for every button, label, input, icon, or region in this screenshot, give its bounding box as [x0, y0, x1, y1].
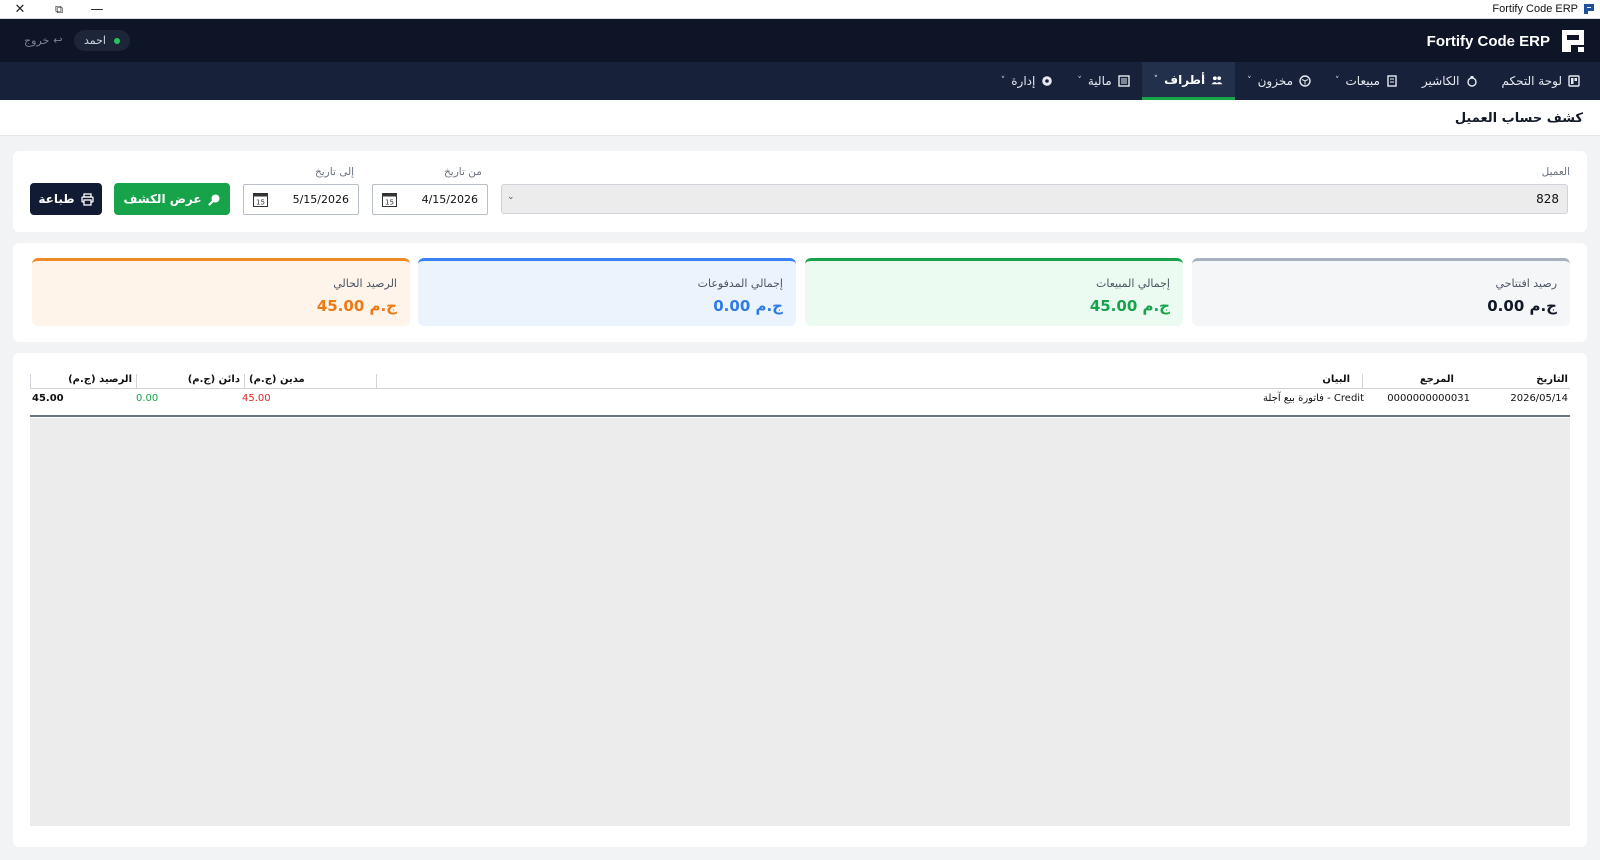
brand-name: Fortify Code ERP — [1426, 32, 1550, 50]
nav-item-cashier[interactable]: الكاشير — [1410, 62, 1490, 100]
nav-item-finance[interactable]: مالية ˅ — [1065, 62, 1141, 100]
finance-icon — [1117, 75, 1130, 87]
nav-item-label: لوحة التحكم — [1501, 74, 1563, 88]
logout-button[interactable]: خروج ↩ — [24, 34, 63, 47]
online-status-icon — [114, 37, 120, 44]
receipt-icon — [1386, 75, 1398, 87]
nav-item-label: مالية — [1087, 74, 1112, 88]
show-statement-button[interactable]: عرض الكشف — [114, 183, 230, 215]
customer-select[interactable]: 828 ⌄ — [501, 184, 1568, 214]
page-title: كشف حساب العميل — [1454, 111, 1583, 126]
calendar-icon[interactable]: 15 — [253, 192, 268, 207]
total-sales-value: 45.00 ج.م — [1089, 297, 1170, 315]
nav-item-sales[interactable]: مبيعات ˅ — [1323, 62, 1410, 100]
column-header-date[interactable]: التاريخ — [1532, 374, 1568, 389]
opening-balance-value: 0.00 ج.م — [1487, 297, 1557, 315]
calendar-icon[interactable]: 15 — [382, 192, 397, 207]
nav-item-label: مخزون — [1257, 74, 1293, 88]
column-header-reference[interactable]: المرجع — [1362, 374, 1466, 389]
nav-item-inventory[interactable]: مخزون ˅ — [1235, 62, 1323, 100]
column-header-description[interactable]: البيان — [376, 374, 1362, 389]
from-date-input[interactable]: 4/15/2026 15 — [372, 184, 488, 215]
from-date-value: 4/15/2026 — [421, 193, 478, 206]
opening-balance-card: رصيد افتتاحي 0.00 ج.م — [1192, 258, 1570, 326]
window-title: Fortify Code ERP — [1492, 3, 1578, 15]
minimize-window-button[interactable]: — — [78, 0, 116, 19]
customer-label: العميل — [1541, 166, 1570, 178]
total-sales-label: إجمالي المبيعات — [1095, 277, 1170, 290]
summary-panel: رصيد افتتاحي 0.00 ج.م إجمالي المبيعات 45… — [13, 243, 1587, 342]
close-icon: ✕ — [14, 2, 26, 17]
current-balance-value: 45.00 ج.م — [316, 297, 397, 315]
to-date-input[interactable]: 5/15/2026 15 — [243, 184, 359, 215]
users-icon — [1211, 74, 1223, 86]
chevron-down-icon: ˅ — [1247, 76, 1252, 86]
total-payments-label: إجمالي المدفوعات — [697, 277, 783, 290]
column-header-credit[interactable]: دائن (ج.م) — [136, 374, 244, 389]
nav-item-admin[interactable]: إدارة ˅ — [989, 62, 1066, 100]
cell-debit: 45.00 — [242, 393, 271, 404]
chevron-down-icon: ˅ — [1000, 76, 1006, 86]
total-payments-card: إجمالي المدفوعات 0.00 ج.م — [418, 258, 796, 326]
current-balance-card: الرصيد الحالي 45.00 ج.م — [32, 258, 410, 326]
gear-icon — [1041, 75, 1053, 87]
user-name: احمد — [84, 34, 106, 47]
page-header: كشف حساب العميل — [0, 100, 1600, 136]
logout-label: خروج — [24, 34, 50, 47]
chevron-down-icon: ˅ — [1077, 76, 1082, 86]
printer-icon — [80, 192, 94, 206]
column-header-balance[interactable]: الرصيد (ج.م) — [30, 374, 136, 389]
minimize-icon: — — [90, 2, 104, 17]
close-window-button[interactable]: ✕ — [1, 0, 39, 19]
current-balance-label: الرصيد الحالي — [333, 277, 397, 290]
column-header-debit[interactable]: مدين (ج.م) — [244, 374, 348, 389]
chevron-down-icon: ˅ — [1153, 74, 1159, 85]
brand: Fortify Code ERP — [1427, 26, 1586, 56]
nav-item-label: الكاشير — [1421, 74, 1460, 88]
cashier-icon — [1466, 75, 1478, 87]
table-row[interactable]: 2026/05/14 0000000000031 فاتورة بيع آجلة… — [30, 390, 1570, 417]
show-statement-label: عرض الكشف — [123, 192, 202, 206]
to-date-label: إلى تاريخ — [315, 166, 355, 178]
window-titlebar: ✕ ⧉ — Fortify Code ERP — [0, 0, 1600, 19]
brand-logo-icon — [1562, 30, 1584, 52]
nav-item-label: أطراف — [1164, 72, 1206, 87]
chevron-down-icon: ˅ — [1335, 76, 1340, 86]
table-empty-area — [30, 418, 1570, 826]
nav-item-label: إدارة — [1011, 74, 1036, 88]
chevron-down-icon: ⌄ — [507, 192, 515, 202]
to-date-value: 5/15/2026 — [292, 193, 349, 206]
nav-item-parties[interactable]: أطراف ˅ — [1141, 62, 1236, 100]
box-icon — [1299, 75, 1311, 87]
maximize-window-button[interactable]: ⧉ — [40, 0, 78, 19]
cell-reference: 0000000000031 — [1387, 393, 1470, 404]
svg-text:15: 15 — [256, 199, 265, 207]
total-sales-card: إجمالي المبيعات 45.00 ج.م — [805, 258, 1183, 326]
opening-balance-label: رصيد افتتاحي — [1495, 277, 1557, 290]
nav-item-dashboard[interactable]: لوحة التحكم — [1490, 62, 1593, 100]
cell-balance: 45.00 — [32, 393, 64, 404]
table-header: التاريخ المرجع البيان مدين (ج.م) دائن (ج… — [30, 372, 1570, 389]
cell-date: 2026/05/14 — [1510, 393, 1568, 404]
main-nav: لوحة التحكم الكاشير مبيعات ˅ مخزون ˅ أطر… — [0, 62, 1600, 100]
nav-item-label: مبيعات — [1345, 74, 1380, 88]
total-payments-value: 0.00 ج.م — [713, 297, 783, 315]
cell-credit: 0.00 — [136, 393, 159, 404]
logout-icon: ↩ — [53, 34, 63, 47]
print-label: طباعة — [38, 192, 75, 206]
customer-value: 828 — [1536, 192, 1559, 206]
statement-table-panel: التاريخ المرجع البيان مدين (ج.م) دائن (ج… — [13, 353, 1587, 847]
cell-description: فاتورة بيع آجلة - Credit — [1262, 393, 1364, 404]
svg-text:15: 15 — [385, 199, 394, 207]
restore-icon: ⧉ — [55, 2, 63, 16]
dashboard-icon — [1568, 75, 1580, 87]
filter-panel: العميل 828 ⌄ من تاريخ 4/15/2026 15 إلى ت… — [13, 151, 1587, 232]
app-header: Fortify Code ERP احمد خروج ↩ — [0, 19, 1600, 62]
from-date-label: من تاريخ — [444, 166, 482, 178]
print-button[interactable]: طباعة — [30, 183, 102, 215]
app-logo-icon — [1584, 4, 1594, 14]
search-icon — [207, 194, 220, 206]
user-badge[interactable]: احمد — [74, 30, 130, 51]
